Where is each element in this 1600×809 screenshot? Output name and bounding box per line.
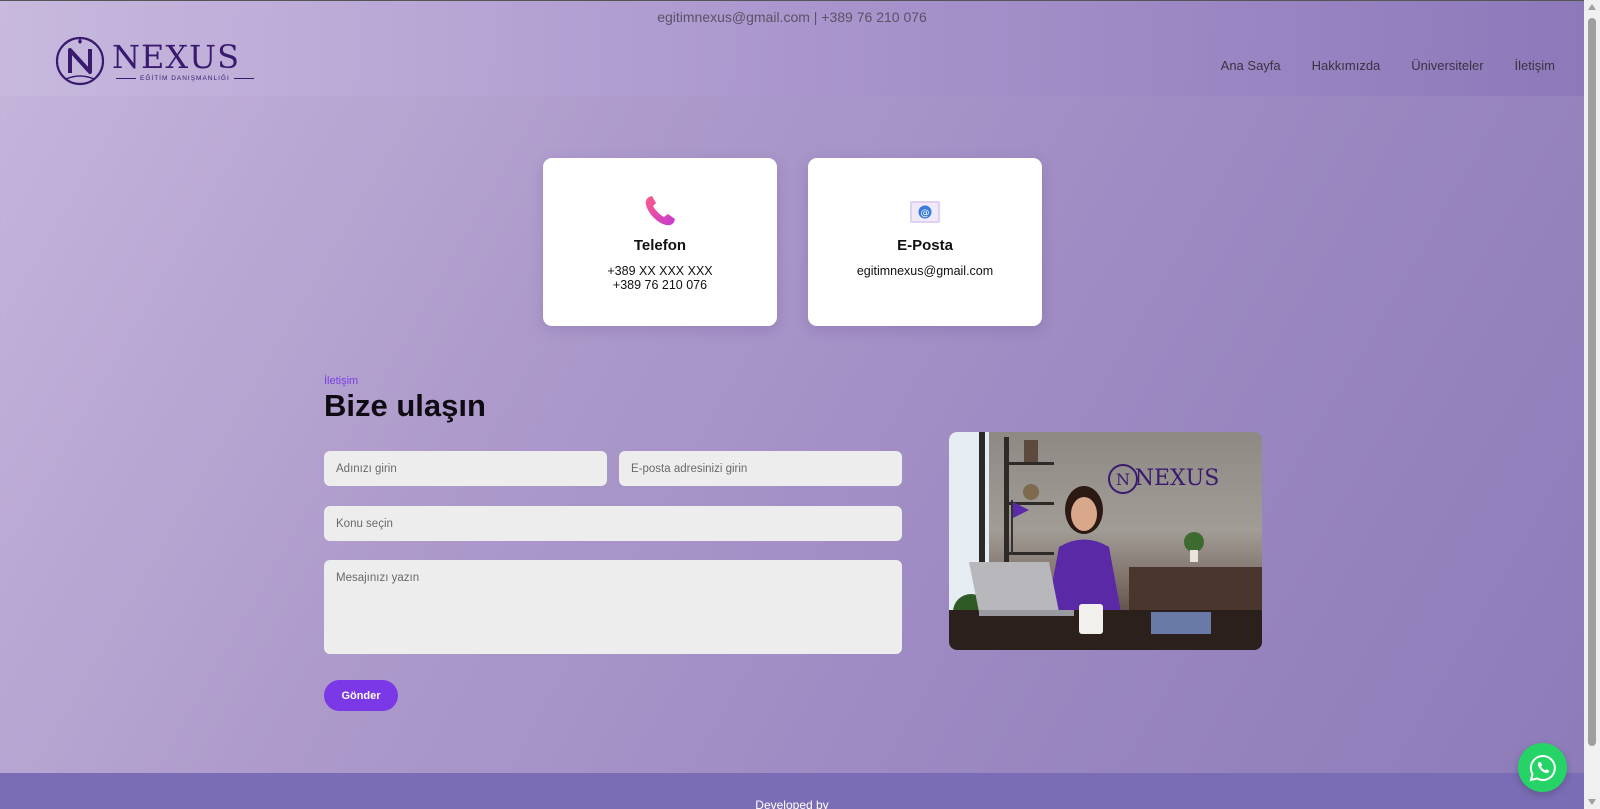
section-kicker: İletişim xyxy=(324,375,359,387)
nav-about[interactable]: Hakkımızda xyxy=(1312,58,1381,73)
scroll-thumb[interactable] xyxy=(1588,18,1596,746)
nav-contact[interactable]: İletişim xyxy=(1515,58,1555,73)
phone-card: Telefon +389 XX XXX XXX +389 76 210 076 xyxy=(543,158,777,326)
whatsapp-icon xyxy=(1529,754,1556,781)
contact-cards: Telefon +389 XX XXX XXX +389 76 210 076 … xyxy=(543,158,1042,326)
logo-subtitle: EĞİTİM DANIŞMANLIĞI xyxy=(140,74,230,82)
email-icon: @ xyxy=(910,201,940,223)
top-bar: egitimnexus@gmail.com | +389 76 210 076 … xyxy=(0,0,1584,96)
footer: Developed by xyxy=(0,773,1584,809)
name-input[interactable] xyxy=(324,451,607,486)
main-nav: Ana Sayfa Hakkımızda Üniversiteler İleti… xyxy=(1221,58,1555,73)
office-photo-illustration: N NEXUS xyxy=(949,432,1262,650)
submit-button[interactable]: Gönder xyxy=(324,680,398,711)
email-input[interactable] xyxy=(619,451,902,486)
scroll-down-arrow-icon[interactable] xyxy=(1588,799,1596,805)
phone-number-1: +389 XX XXX XXX xyxy=(607,264,713,278)
phone-icon xyxy=(645,196,675,226)
logo-name: NEXUS xyxy=(112,37,241,76)
email-address: egitimnexus@gmail.com xyxy=(856,264,994,278)
scrollbar[interactable] xyxy=(1584,0,1600,809)
nexus-logo-icon xyxy=(55,36,105,86)
site-logo[interactable]: NEXUS EĞİTİM DANIŞMANLIĞI xyxy=(54,35,258,87)
office-photo: N NEXUS xyxy=(949,432,1262,650)
phone-card-title: Telefon xyxy=(633,237,687,254)
svg-text:N: N xyxy=(1116,470,1130,489)
nav-universities[interactable]: Üniversiteler xyxy=(1411,58,1483,73)
footer-text: Developed by xyxy=(755,798,829,809)
svg-text:@: @ xyxy=(921,209,930,219)
email-card: @ E-Posta egitimnexus@gmail.com xyxy=(808,158,1042,326)
subject-select[interactable] xyxy=(324,506,902,541)
scroll-up-arrow-icon[interactable] xyxy=(1588,4,1596,10)
message-textarea[interactable] xyxy=(324,560,902,654)
nav-home[interactable]: Ana Sayfa xyxy=(1221,58,1281,73)
section-heading: Bize ulaşın xyxy=(324,388,486,423)
email-card-title: E-Posta xyxy=(897,237,953,254)
whatsapp-button[interactable] xyxy=(1518,743,1567,792)
contact-line: egitimnexus@gmail.com | +389 76 210 076 xyxy=(657,9,927,25)
phone-number-2: +389 76 210 076 xyxy=(612,278,708,292)
svg-text:NEXUS: NEXUS xyxy=(1135,466,1220,491)
